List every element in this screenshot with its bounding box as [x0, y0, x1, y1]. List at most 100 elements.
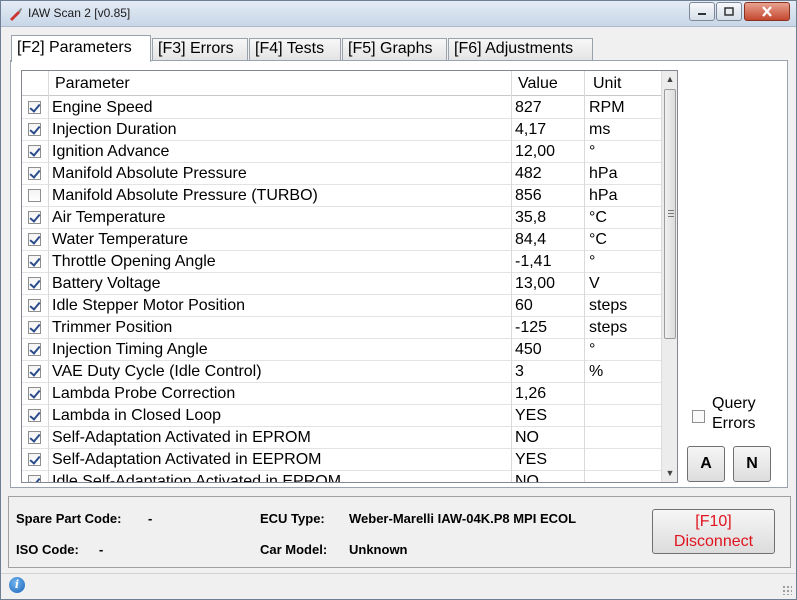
header-value[interactable]: Value [518, 75, 558, 93]
tab-graphs[interactable]: [F5] Graphs [342, 38, 447, 61]
table-row[interactable]: Idle Self-Adaptation Activated in EPROM N… [22, 471, 661, 483]
row-checkbox[interactable] [28, 211, 41, 224]
row-checkbox[interactable] [28, 189, 41, 202]
parameter-cell: Manifold Absolute Pressure (TURBO) [52, 187, 318, 204]
query-errors-checkbox[interactable] [692, 410, 705, 423]
table-row[interactable]: Idle Stepper Motor Position 60 steps [22, 295, 661, 317]
unit-cell: ° [589, 341, 596, 358]
resize-grip-icon[interactable] [782, 585, 792, 595]
value-cell: YES [515, 451, 548, 468]
value-cell: 1,26 [515, 385, 547, 402]
table-row[interactable]: Injection Duration 4,17 ms [22, 119, 661, 141]
unit-cell: ° [589, 143, 596, 160]
table-row[interactable]: Engine Speed 827 RPM [22, 97, 661, 119]
row-checkbox[interactable] [28, 453, 41, 466]
minimize-icon [698, 12, 706, 15]
table-row[interactable]: Air Temperature 35,8 °C [22, 207, 661, 229]
ecu-type-label: ECU Type: [260, 511, 325, 526]
value-cell: 3 [515, 363, 524, 380]
row-checkbox[interactable] [28, 409, 41, 422]
table-row[interactable]: Trimmer Position -125 steps [22, 317, 661, 339]
header-unit[interactable]: Unit [593, 75, 621, 93]
row-checkbox[interactable] [28, 167, 41, 180]
value-cell: -125 [515, 319, 548, 336]
close-icon [762, 6, 772, 17]
table-row[interactable]: Manifold Absolute Pressure 482 hPa [22, 163, 661, 185]
maximize-button[interactable] [716, 2, 742, 21]
unit-cell: ° [589, 253, 596, 270]
a-button[interactable]: A [687, 446, 725, 482]
app-window: IAW Scan 2 [v0.85] [F2] Parameters [F3] … [0, 0, 797, 600]
iso-code-label: ISO Code: [16, 542, 79, 557]
table-row[interactable]: Self-Adaptation Activated in EEPROM YES [22, 449, 661, 471]
tab-errors[interactable]: [F3] Errors [152, 38, 248, 61]
parameter-cell: Engine Speed [52, 99, 153, 116]
disconnect-button[interactable]: [F10] Disconnect [652, 509, 775, 554]
tab-adjustments[interactable]: [F6] Adjustments [448, 38, 593, 61]
row-checkbox[interactable] [28, 277, 41, 290]
scroll-thumb[interactable] [664, 89, 676, 339]
row-checkbox[interactable] [28, 475, 41, 482]
table-row[interactable]: Self-Adaptation Activated in EPROM NO [22, 427, 661, 449]
n-button[interactable]: N [733, 446, 771, 482]
row-checkbox[interactable] [28, 233, 41, 246]
row-checkbox[interactable] [28, 387, 41, 400]
parameter-cell: Injection Duration [52, 121, 177, 138]
unit-cell: V [589, 275, 600, 292]
query-errors-label: Query Errors [712, 395, 756, 432]
value-cell: 856 [515, 187, 542, 204]
row-checkbox[interactable] [28, 365, 41, 378]
parameter-cell: Idle Self-Adaptation Activated in EPROM [52, 473, 342, 483]
table-row[interactable]: Battery Voltage 13,00 V [22, 273, 661, 295]
scroll-up-icon[interactable]: ▲ [662, 71, 677, 88]
ecu-type-value: Weber-Marelli IAW-04K.P8 MPI ECOL [349, 511, 577, 526]
parameter-cell: Self-Adaptation Activated in EPROM [52, 429, 311, 446]
value-cell: -1,41 [515, 253, 552, 270]
parameters-panel: Parameter Value Unit Engine Speed 827 RPM I… [10, 60, 788, 488]
table-row[interactable]: Manifold Absolute Pressure (TURBO) 856 hPa [22, 185, 661, 207]
unit-cell: hPa [589, 187, 618, 204]
grip-icon [668, 210, 674, 217]
row-checkbox[interactable] [28, 255, 41, 268]
spare-part-label: Spare Part Code: [16, 511, 122, 526]
unit-cell: steps [589, 297, 628, 314]
row-checkbox[interactable] [28, 431, 41, 444]
table-row[interactable]: Throttle Opening Angle -1,41 ° [22, 251, 661, 273]
info-icon[interactable]: i [9, 577, 25, 593]
spare-part-value: - [148, 511, 153, 526]
scroll-down-icon[interactable]: ▼ [662, 465, 677, 482]
parameter-cell: VAE Duty Cycle (Idle Control) [52, 363, 262, 380]
parameter-cell: Self-Adaptation Activated in EEPROM [52, 451, 322, 468]
row-checkbox[interactable] [28, 321, 41, 334]
parameter-cell: Water Temperature [52, 231, 189, 248]
header-parameter[interactable]: Parameter [55, 75, 130, 93]
unit-cell: steps [589, 319, 628, 336]
iso-code-value: - [99, 542, 104, 557]
parameter-cell: Ignition Advance [52, 143, 170, 160]
tab-tests[interactable]: [F4] Tests [249, 38, 341, 61]
value-cell: 827 [515, 99, 542, 116]
row-checkbox[interactable] [28, 343, 41, 356]
minimize-button[interactable] [689, 2, 715, 21]
table-row[interactable]: Ignition Advance 12,00 ° [22, 141, 661, 163]
title-bar[interactable]: IAW Scan 2 [v0.85] [1, 1, 796, 27]
parameter-cell: Trimmer Position [52, 319, 173, 336]
table-row[interactable]: Water Temperature 84,4 °C [22, 229, 661, 251]
parameter-cell: Lambda in Closed Loop [52, 407, 222, 424]
row-checkbox[interactable] [28, 299, 41, 312]
unit-cell: ms [589, 121, 611, 138]
close-button[interactable] [744, 2, 790, 21]
value-cell: 13,00 [515, 275, 556, 292]
table-row[interactable]: Lambda Probe Correction 1,26 [22, 383, 661, 405]
table-row[interactable]: Injection Timing Angle 450 ° [22, 339, 661, 361]
value-cell: 84,4 [515, 231, 547, 248]
row-checkbox[interactable] [28, 123, 41, 136]
row-checkbox[interactable] [28, 145, 41, 158]
vertical-scrollbar[interactable]: ▲ ▼ [661, 71, 677, 482]
row-checkbox[interactable] [28, 101, 41, 114]
table-row[interactable]: Lambda in Closed Loop YES [22, 405, 661, 427]
tab-parameters[interactable]: [F2] Parameters [11, 35, 151, 62]
table-row[interactable]: VAE Duty Cycle (Idle Control) 3% [22, 361, 661, 383]
status-bar: i [1, 573, 796, 599]
car-model-value: Unknown [349, 542, 408, 557]
